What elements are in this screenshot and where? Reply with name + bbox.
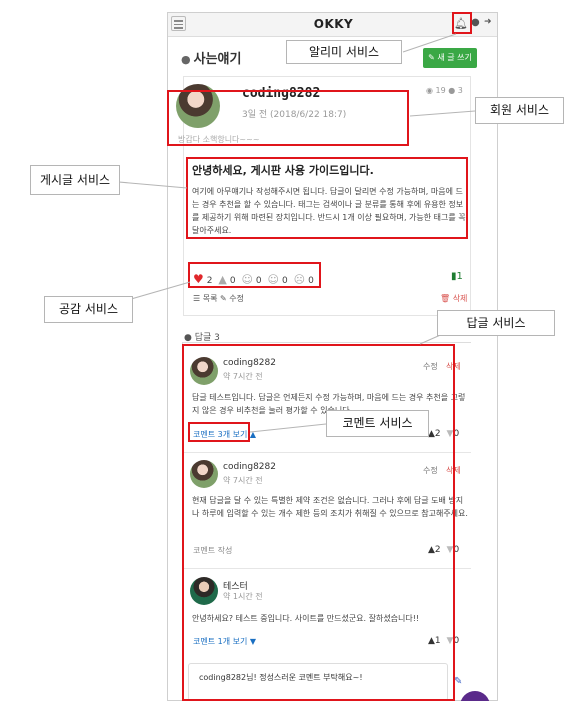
highlight-answer xyxy=(182,344,455,701)
edit-link[interactable]: ✎ 수정 xyxy=(220,294,244,303)
callout-member: 회원 서비스 xyxy=(475,97,564,124)
new-post-button[interactable]: ✎ 새 글 쓰기 xyxy=(423,48,477,68)
list-link[interactable]: ☰ 목록 xyxy=(193,294,217,303)
top-navbar: OKKY 🔔︎ ● ➜ xyxy=(168,13,497,37)
highlight-notification xyxy=(452,12,472,34)
highlight-member xyxy=(167,90,409,146)
logout-icon[interactable]: ➜ xyxy=(484,17,492,27)
speech-bubble-icon: ● xyxy=(181,53,191,66)
brand-logo[interactable]: OKKY xyxy=(168,17,497,31)
post-actions: ☰ 목록 ✎ 수정 xyxy=(193,293,244,304)
comment-count-icon: ● xyxy=(448,86,456,95)
pencil-icon[interactable]: ✎ xyxy=(454,676,462,687)
callout-empathy: 공감 서비스 xyxy=(44,296,133,323)
delete-link[interactable]: 🗑 삭제 xyxy=(440,293,467,304)
bookmark-button[interactable]: ▮1 xyxy=(451,271,463,282)
eye-icon: ◉ xyxy=(426,86,433,95)
post-stats: ◉ 19 ● 3 xyxy=(426,86,463,95)
callout-post: 게시글 서비스 xyxy=(30,165,120,195)
highlight-post xyxy=(186,157,468,239)
callout-notification: 알리미 서비스 xyxy=(286,40,402,64)
page-title: ● 사는얘기 xyxy=(181,52,242,67)
callout-comment: 코멘트 서비스 xyxy=(326,410,429,437)
callout-answer: 답글 서비스 xyxy=(437,310,555,336)
highlight-empathy xyxy=(188,262,321,288)
user-icon[interactable]: ● xyxy=(471,17,480,28)
